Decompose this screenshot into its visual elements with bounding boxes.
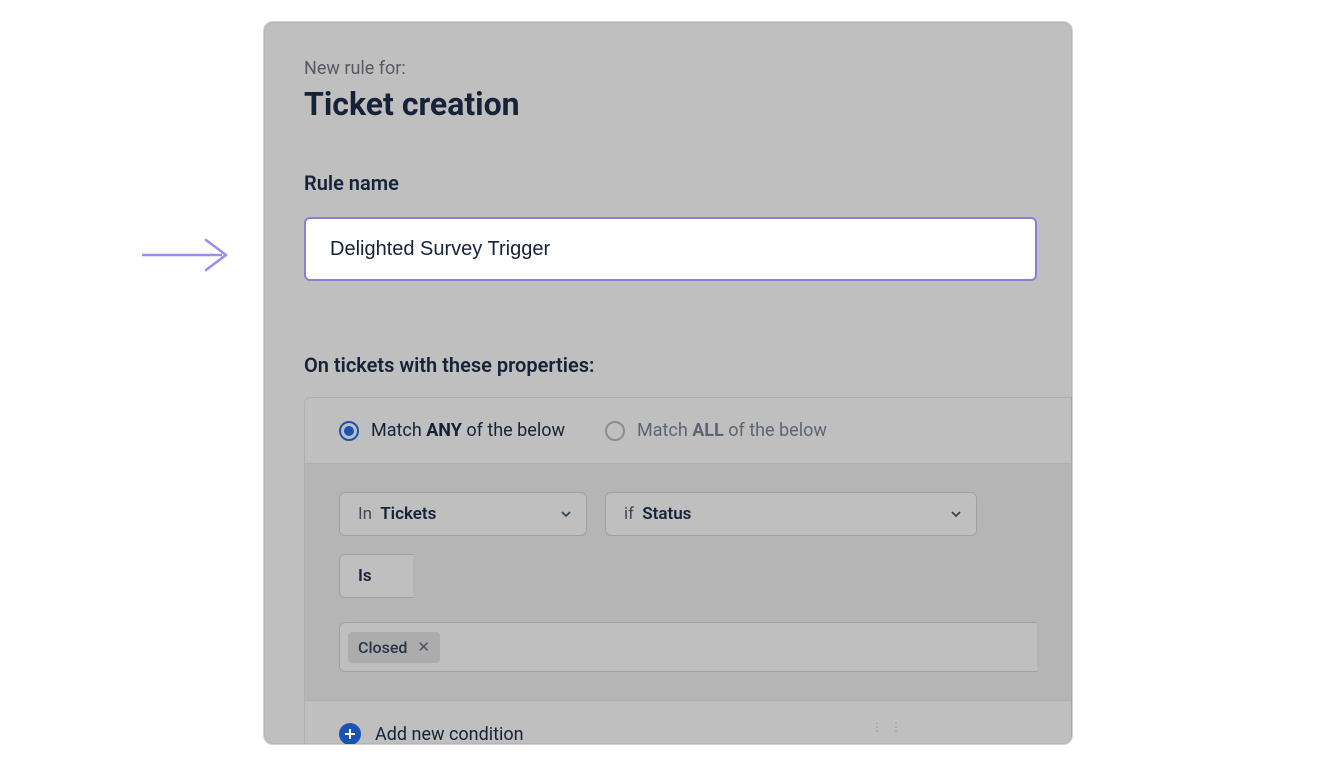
radio-unselected-icon <box>605 421 625 441</box>
add-condition-button[interactable]: Add new condition <box>305 700 1071 745</box>
conditions-box: Match ANY of the below Match ALL of the … <box>304 397 1072 745</box>
match-mode-row: Match ANY of the below Match ALL of the … <box>305 398 1071 463</box>
rule-name-label: Rule name <box>304 171 1072 195</box>
chevron-down-icon <box>950 508 962 520</box>
chevron-down-icon <box>560 508 572 520</box>
match-all-radio[interactable]: Match ALL of the below <box>605 420 827 441</box>
condition-value-row: Closed ✕ <box>305 616 1071 700</box>
close-icon[interactable]: ✕ <box>417 638 430 656</box>
conditions-section-label: On tickets with these properties: <box>304 353 1072 377</box>
plus-icon <box>339 723 361 745</box>
tag-label: Closed <box>358 638 407 657</box>
panel-subhead: New rule for: <box>304 58 1072 79</box>
rule-name-input[interactable] <box>304 217 1037 281</box>
entity-select[interactable]: In Tickets <box>339 492 587 536</box>
drag-handle-icon: ⋮ ⋮ <box>871 720 904 734</box>
match-all-label: Match ALL of the below <box>637 420 827 441</box>
operator-select[interactable]: Is <box>339 554 413 598</box>
add-condition-label: Add new condition <box>375 724 524 745</box>
radio-selected-icon <box>339 421 359 441</box>
pointer-arrow <box>140 230 240 280</box>
value-tag: Closed ✕ <box>348 632 440 663</box>
field-select[interactable]: if Status <box>605 492 977 536</box>
match-any-radio[interactable]: Match ANY of the below <box>339 420 565 441</box>
panel-title: Ticket creation <box>304 85 1072 123</box>
match-any-label: Match ANY of the below <box>371 420 565 441</box>
condition-value-input[interactable]: Closed ✕ <box>339 622 1037 672</box>
rule-editor-panel: New rule for: Ticket creation Rule name … <box>263 21 1073 745</box>
condition-filter-row: In Tickets if Status Is <box>305 463 1071 616</box>
